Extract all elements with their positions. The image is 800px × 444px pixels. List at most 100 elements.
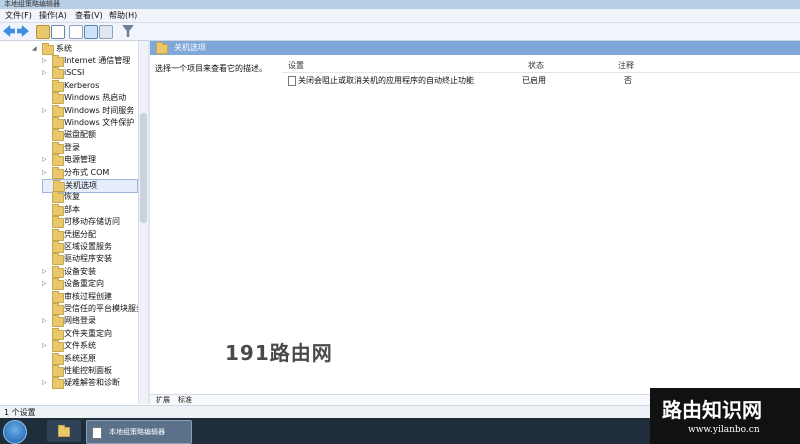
- tree-item[interactable]: Windows 热启动: [42, 92, 136, 105]
- expand-arrow-icon[interactable]: ▷: [42, 318, 48, 324]
- tree-item[interactable]: 登录: [42, 141, 136, 154]
- menu-action[interactable]: 操作(A): [39, 10, 67, 21]
- tree-item[interactable]: ▷ 分布式 COM: [42, 166, 136, 179]
- expand-arrow-icon[interactable]: ▷: [42, 268, 48, 275]
- tree-item-label: 电源管理: [64, 155, 96, 165]
- tree-item[interactable]: 恢复: [42, 191, 136, 204]
- help-icon[interactable]: [84, 25, 98, 39]
- tree-item[interactable]: ▷ 文件系统: [42, 340, 136, 353]
- gpedit-taskbar-button[interactable]: 本地组策略编辑器: [86, 420, 192, 444]
- details-header: 关机选项: [150, 41, 800, 55]
- back-arrow-icon[interactable]: [3, 25, 15, 37]
- menu-view[interactable]: 查看(V): [75, 10, 103, 21]
- column-setting[interactable]: 设置: [288, 61, 304, 71]
- tree-item[interactable]: 可移动存储访问: [42, 216, 136, 229]
- tree-item[interactable]: 受信任的平台模块服务: [42, 303, 144, 315]
- column-comment[interactable]: 注释: [618, 61, 634, 71]
- tree-item[interactable]: 系统还原: [42, 352, 136, 365]
- tree-item[interactable]: 凭据分配: [42, 228, 136, 241]
- folder-icon: [52, 241, 64, 253]
- start-button[interactable]: [3, 420, 27, 444]
- expand-arrow-icon[interactable]: ▷: [42, 70, 48, 76]
- tree-item[interactable]: Kerberos: [42, 79, 136, 92]
- tree-item[interactable]: 审核过程创建: [42, 290, 136, 303]
- tree-item[interactable]: 区域设置服务: [42, 241, 136, 253]
- policy-editor-icon: [92, 427, 102, 439]
- folder-icon: [52, 290, 64, 303]
- column-state[interactable]: 状态: [528, 61, 544, 71]
- tree-item[interactable]: ▷ 设备安装: [42, 265, 136, 278]
- tree-item-label: 区域设置服务: [64, 242, 112, 251]
- folder-icon: [52, 129, 64, 142]
- tree-item-label: 文件系统: [64, 341, 96, 351]
- expand-arrow-icon[interactable]: ▷: [42, 107, 48, 114]
- scroll-thumb[interactable]: [140, 113, 147, 223]
- settings-column-header: 设置 状态 注释: [282, 60, 800, 73]
- watermark-center: 191路由网: [225, 341, 333, 365]
- show-hide-tree-icon[interactable]: [51, 25, 65, 39]
- folder-icon: [52, 203, 64, 216]
- tab-extended[interactable]: 扩展: [156, 395, 170, 405]
- collapse-arrow-icon[interactable]: ◢: [32, 46, 38, 52]
- tree-item-label: 审核过程创建: [64, 291, 112, 301]
- filter-icon[interactable]: [122, 25, 134, 37]
- tree-item[interactable]: ▷ 网络登录: [42, 315, 136, 328]
- tree-item[interactable]: ▷ 设备重定向: [42, 278, 136, 291]
- status-text: 1 个设置: [4, 408, 36, 417]
- folder-icon: [52, 265, 64, 278]
- export-list-icon[interactable]: [69, 25, 83, 39]
- folder-icon: [52, 141, 64, 154]
- properties-icon[interactable]: [99, 25, 113, 39]
- tree-item-label: Kerberos: [64, 80, 100, 90]
- tree-item[interactable]: 文件夹重定向: [42, 327, 136, 340]
- menu-file[interactable]: 文件(F): [5, 10, 32, 21]
- tree-item-label: 文件夹重定向: [64, 328, 112, 338]
- folder-icon: [52, 67, 64, 80]
- tree-item[interactable]: ▷ 疑难解答和诊断: [42, 377, 136, 390]
- policy-setting-icon: [288, 76, 296, 86]
- setting-row[interactable]: 关闭会阻止或取消关机的应用程序的自动终止功能 已启用 否: [282, 75, 800, 87]
- menu-help[interactable]: 帮助(H): [109, 10, 137, 21]
- folder-icon: [52, 166, 64, 179]
- tree-item-label: 系统还原: [64, 353, 96, 363]
- tree-item[interactable]: 驱动程序安装: [42, 253, 136, 266]
- window-title: 本地组策略编辑器: [4, 0, 60, 8]
- tree-item-system[interactable]: ◢ 系统: [32, 43, 142, 55]
- expand-arrow-icon[interactable]: ▷: [42, 169, 48, 176]
- tree-item-label: 可移动存储访问: [64, 217, 120, 227]
- up-folder-icon[interactable]: [36, 25, 50, 39]
- folder-icon: [52, 104, 64, 117]
- tree-item[interactable]: 磁盘配额: [42, 129, 136, 142]
- tree-item[interactable]: 性能控制面板: [42, 365, 136, 377]
- brand-watermark: 路由知识网 www.yilanbo.cn: [650, 388, 800, 444]
- tree-item[interactable]: ▷ iSCSI: [42, 67, 136, 80]
- explorer-taskbar-button[interactable]: [47, 420, 81, 442]
- brand-title: 路由知识网: [662, 398, 762, 422]
- tree-item[interactable]: 部本: [42, 203, 136, 216]
- tree-item-label: Windows 热启动: [64, 93, 127, 103]
- details-title: 关机选项: [174, 43, 206, 52]
- tree-item[interactable]: ▷ Internet 通信管理: [42, 55, 136, 67]
- folder-icon: [52, 228, 64, 241]
- tree-item[interactable]: Windows 文件保护: [42, 117, 136, 129]
- navigation-tree: ◢ 系统 ▷ Internet 通信管理 ▷ iSCSI Kerberos Windows…: [0, 41, 148, 404]
- folder-icon: [156, 42, 168, 54]
- tree-item-label: iSCSI: [64, 68, 85, 78]
- tree-item-label: 分布式 COM: [64, 167, 110, 177]
- tab-standard[interactable]: 标准: [178, 395, 192, 405]
- tree-item[interactable]: ▷ 电源管理: [42, 154, 136, 167]
- folder-icon: [52, 278, 64, 291]
- expand-arrow-icon[interactable]: ▷: [42, 157, 48, 163]
- tree-item-label: 恢复: [64, 192, 80, 202]
- tree-item-label: 登录: [64, 142, 80, 152]
- forward-arrow-icon[interactable]: [17, 25, 29, 37]
- expand-arrow-icon[interactable]: ▷: [42, 380, 48, 386]
- pane-splitter[interactable]: [148, 41, 150, 404]
- expand-arrow-icon[interactable]: ▷: [42, 281, 48, 287]
- folder-icon: [52, 79, 64, 92]
- expand-arrow-icon[interactable]: ▷: [42, 58, 48, 64]
- expand-arrow-icon[interactable]: ▷: [42, 343, 48, 349]
- tree-item[interactable]: ▷ Windows 时间服务: [42, 104, 136, 117]
- toolbar: [0, 23, 800, 41]
- tree-item-label: 性能控制面板: [64, 366, 112, 375]
